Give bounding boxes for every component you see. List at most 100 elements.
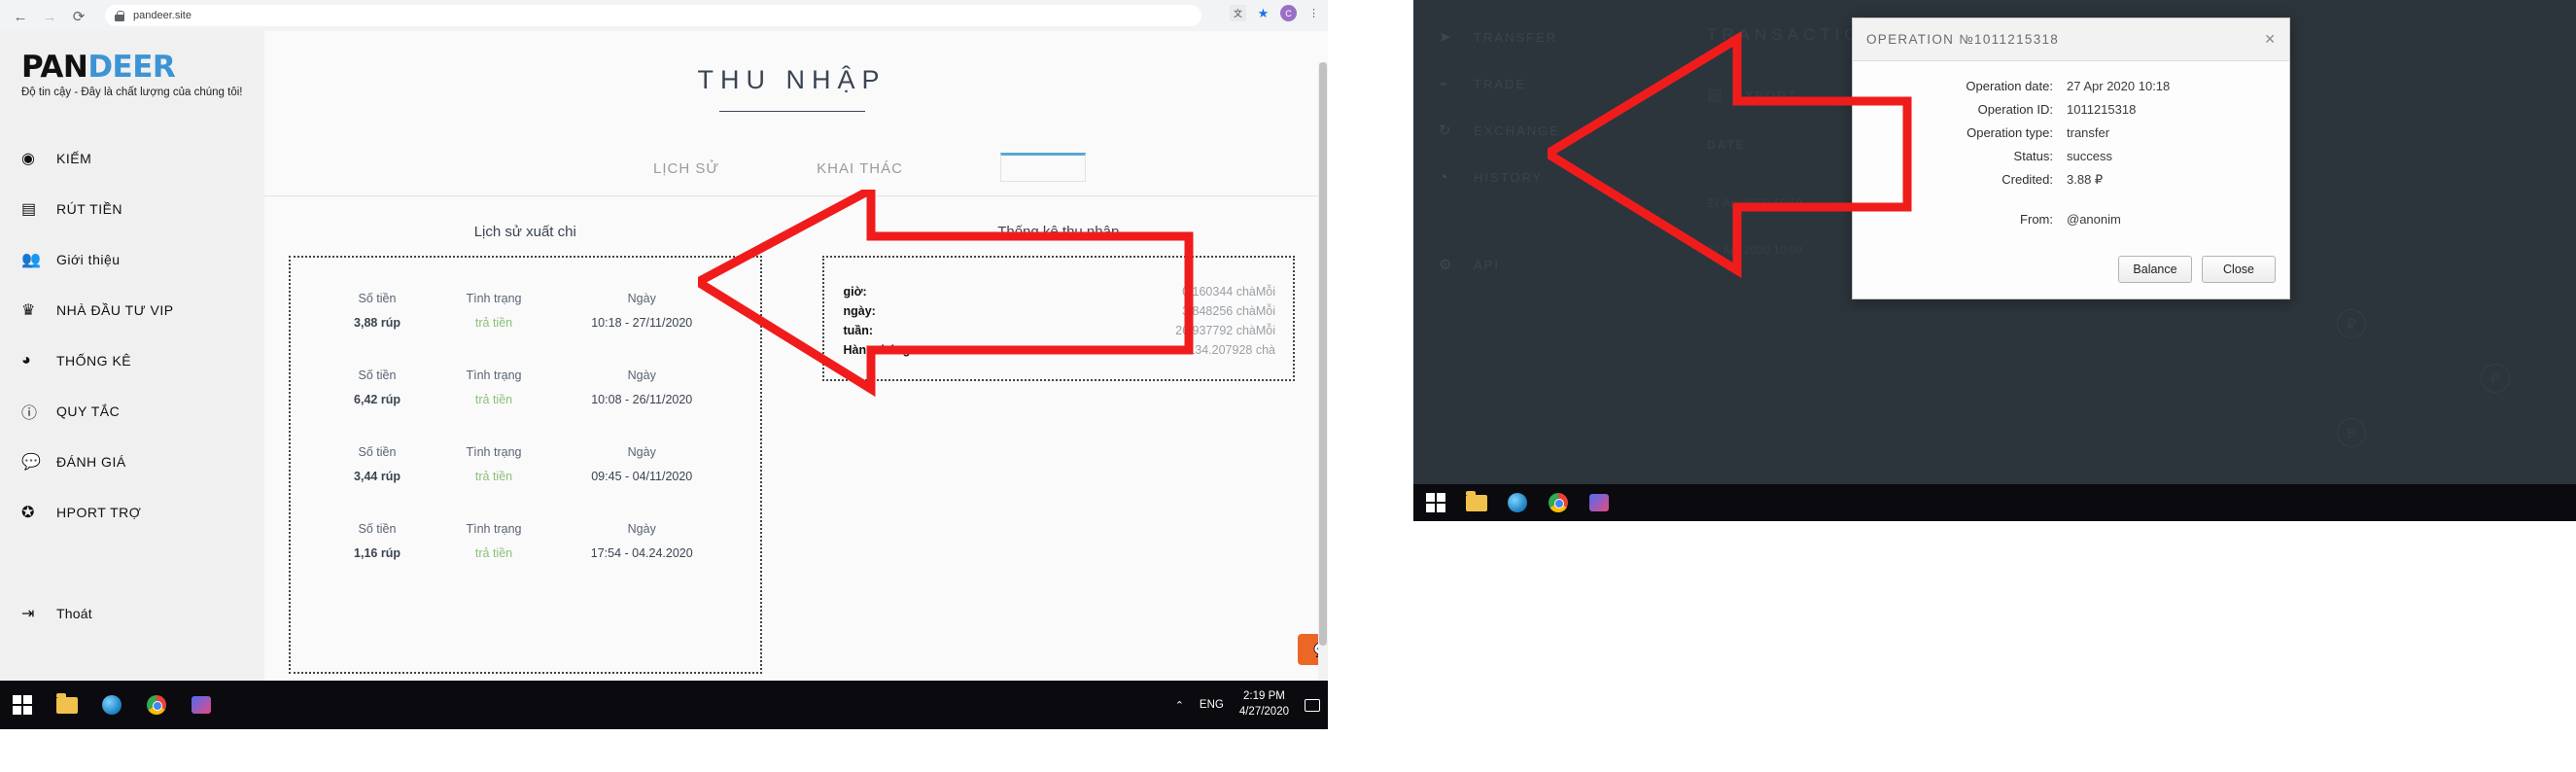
back-icon[interactable]: ←	[8, 4, 33, 29]
sidebar-item-nha-dau-tu-vip[interactable]: ♛ NHÀ ĐẦU TƯ VIP	[0, 285, 264, 335]
windows-start-icon[interactable]	[1425, 492, 1446, 513]
card-icon: ▤	[21, 201, 37, 218]
sidebar-item-label: NHÀ ĐẦU TƯ VIP	[56, 302, 174, 318]
translate-icon[interactable]: 文	[1230, 5, 1246, 21]
field-value: @anonim	[2067, 212, 2121, 227]
field-value: 27 Apr 2020 10:18	[2067, 79, 2171, 93]
notification-icon[interactable]	[1305, 698, 1320, 712]
reload-icon[interactable]: ⟳	[66, 4, 91, 29]
history-box: Số tiền 3,88 rúp Tình trạng trả tiền Ngà…	[289, 256, 762, 674]
table-row[interactable]: Số tiền 6,42 rúp Tình trạng trả tiền Ngà…	[291, 330, 760, 406]
stats-value-hour: 0.160344 chàMỗi	[1182, 285, 1275, 298]
chrome-icon[interactable]	[1548, 492, 1569, 513]
stats-key-week: tuần:	[843, 324, 874, 337]
dialog-buttons: Balance Close	[2118, 256, 2276, 283]
list-item: ngày: 3,848256 chàMỗi	[824, 301, 1294, 321]
sidebar-item-danh-gia[interactable]: 💬 ĐÁNH GIÁ	[0, 437, 264, 487]
file-explorer-icon[interactable]	[56, 692, 78, 716]
sidebar-item-hport-tro[interactable]: ✪ HPORT TRỢ	[0, 487, 264, 538]
field-label: Credited:	[2002, 172, 2053, 187]
col-header-amount: Số tiền	[358, 445, 397, 459]
sidebar-item-rut-tien[interactable]: ▤ RÚT TIỀN	[0, 184, 264, 234]
site-logo: PANDEER	[21, 53, 264, 83]
app-icon[interactable]	[1588, 492, 1610, 513]
dialog-body: Operation date: 27 Apr 2020 10:18 Operat…	[1853, 61, 2289, 227]
sidebar-item-thong-ke[interactable]: ◕ THỐNG KÊ	[0, 335, 264, 386]
col-header-date: Ngày	[627, 368, 656, 382]
taskbar-clock[interactable]: 2:19 PM 4/27/2020	[1239, 689, 1289, 719]
close-icon[interactable]: ✕	[2264, 31, 2276, 48]
app-icon[interactable]	[191, 694, 212, 716]
file-explorer-icon[interactable]	[1466, 490, 1487, 513]
logo-text-pan: PAN	[21, 50, 88, 85]
stats-box: giờ: 0.160344 chàMỗi ngày: 3,848256 chàM…	[821, 256, 1295, 381]
col-header-date: Ngày	[627, 292, 656, 305]
page-scrollbar[interactable]	[1318, 62, 1328, 681]
cell-date: 10:08 - 26/11/2020	[591, 393, 693, 406]
sidebar-item-label: THỐNG KÊ	[56, 353, 132, 368]
sidebar-item-label: HPORT TRỢ	[56, 505, 142, 520]
field-value: success	[2067, 149, 2112, 163]
col-header-date: Ngày	[627, 445, 656, 459]
cell-amount: 3,44 rúp	[354, 470, 400, 483]
address-bar[interactable]: pandeer.site	[105, 5, 1201, 26]
tray-expand-icon[interactable]: ⌃	[1175, 699, 1184, 712]
table-row[interactable]: Số tiền 1,16 rúp Tình trạng trả tiền Ngà…	[291, 483, 760, 560]
sidebar-menu: ◉ KIẾM ▤ RÚT TIỀN 👥 Giới thiệu ♛ NHÀ ĐẦU…	[0, 133, 264, 639]
dark-taskbar-icons	[1425, 484, 1610, 521]
stats-value-day: 3,848256 chàMỗi	[1182, 304, 1275, 318]
windows-taskbar: ⌃ ENG 2:19 PM 4/27/2020	[0, 681, 1328, 729]
windows-start-icon[interactable]	[12, 694, 33, 716]
cell-status: trả tiền	[474, 470, 513, 483]
sidebar-item-thoat[interactable]: ⇥ Thoát	[0, 588, 264, 639]
cell-status: trả tiền	[474, 546, 513, 560]
forward-icon[interactable]: →	[37, 4, 62, 29]
field-operation-date: Operation date: 27 Apr 2020 10:18	[1853, 79, 2246, 93]
stats-heading: Thống kê thu nhập	[997, 224, 1120, 240]
cell-date: 17:54 - 04.24.2020	[590, 546, 693, 560]
history-panel: Lịch sử xuất chi Số tiền 3,88 rúp Tình t…	[289, 224, 762, 674]
browser-toolbar: ← → ⟳ pandeer.site 文 ★ C ⋮	[0, 0, 1328, 31]
sidebar-item-gioi-thieu[interactable]: 👥 Giới thiệu	[0, 234, 264, 285]
crown-icon: ♛	[21, 302, 36, 319]
info-icon: ⓘ	[21, 405, 38, 422]
sidebar-item-label: KIẾM	[56, 151, 92, 166]
site-sidebar: PANDEER Độ tin cậy - Đây là chất lượng c…	[0, 31, 264, 681]
balance-button[interactable]: Balance	[2118, 256, 2192, 283]
language-indicator[interactable]: ENG	[1200, 699, 1224, 711]
tab-bar: LỊCH SỬ KHAI THÁC	[264, 153, 1319, 196]
profile-avatar[interactable]: C	[1280, 5, 1297, 21]
sidebar-item-label: QUY TẮC	[56, 404, 121, 419]
history-heading: Lịch sử xuất chi	[473, 224, 576, 240]
browser-menu-icon[interactable]: ⋮	[1305, 5, 1322, 21]
sidebar-item-quy-tac[interactable]: ⓘ QUY TẮC	[0, 386, 264, 437]
list-item: tuần: 26.937792 chàMỗi	[824, 321, 1294, 340]
browser-globe-icon[interactable]	[101, 694, 122, 716]
title-underline	[718, 111, 865, 112]
bookmark-star-icon[interactable]: ★	[1255, 5, 1271, 21]
chrome-icon[interactable]	[146, 694, 167, 716]
table-row[interactable]: Số tiền 3,44 rúp Tình trạng trả tiền Ngà…	[291, 406, 760, 483]
dark-windows-taskbar	[1413, 484, 2576, 521]
people-icon: 👥	[21, 252, 41, 268]
brand-tagline: Độ tin cậy - Đây là chất lượng của chúng…	[21, 87, 243, 98]
stats-key-day: ngày:	[843, 304, 876, 318]
list-item: giờ: 0.160344 chàMỗi	[824, 277, 1294, 301]
close-button[interactable]: Close	[2202, 256, 2276, 283]
browser-globe-icon[interactable]	[1507, 492, 1528, 513]
scrollbar-thumb[interactable]	[1319, 62, 1327, 646]
taskbar-tray: ⌃ ENG 2:19 PM 4/27/2020	[1175, 681, 1320, 729]
tab-khai-thac[interactable]: KHAI THÁC	[817, 153, 903, 185]
col-header-date: Ngày	[627, 522, 656, 536]
address-bar-url: pandeer.site	[133, 10, 191, 21]
lifebuoy-icon: ✪	[21, 505, 35, 521]
panels-row: Lịch sử xuất chi Số tiền 3,88 rúp Tình t…	[264, 224, 1319, 674]
sidebar-item-label: ĐÁNH GIÁ	[56, 454, 126, 470]
col-header-status: Tình trạng	[466, 522, 522, 536]
table-row[interactable]: Số tiền 3,88 rúp Tình trạng trả tiền Ngà…	[291, 277, 760, 330]
col-header-status: Tình trạng	[466, 292, 522, 305]
stats-panel: Thống kê thu nhập giờ: 0.160344 chàMỗi n…	[821, 224, 1295, 674]
sidebar-item-kiem[interactable]: ◉ KIẾM	[0, 133, 264, 184]
tab-lich-su[interactable]: LỊCH SỬ	[653, 153, 719, 185]
tab-active-empty[interactable]	[999, 153, 1086, 182]
